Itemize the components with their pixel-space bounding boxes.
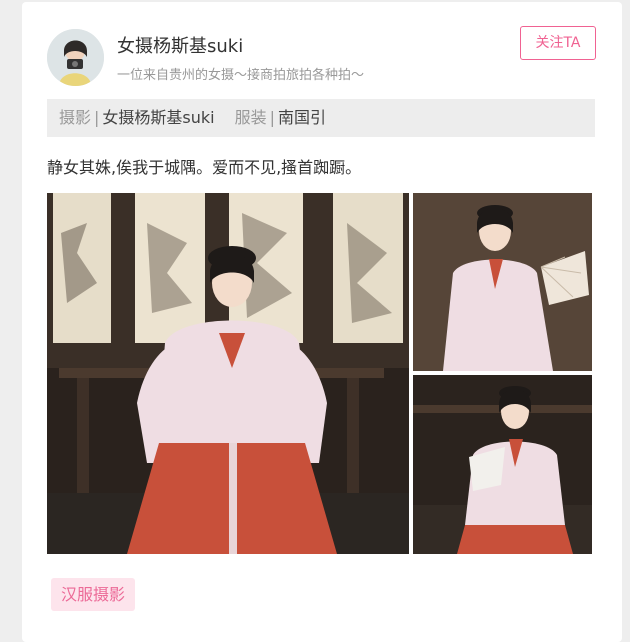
credit-separator: | [94,108,100,127]
credits-bar: 摄影 | 女摄杨斯基suki 服装 | 南国引 [47,99,595,137]
credit-photographer-link[interactable]: 女摄杨斯基suki [102,108,214,127]
credit-separator: | [269,108,276,127]
author-bio: 一位来自贵州的女摄～接商拍旅拍各种拍～ [117,68,365,83]
post-card: 女摄杨斯基suki 一位来自贵州的女摄～接商拍旅拍各种拍～ 关注TA 摄影 | 女摄… [22,2,622,642]
follow-button[interactable]: 关注TA [520,26,596,60]
credit-costume-link[interactable]: 南国引 [278,108,326,127]
avatar-photo [47,29,104,86]
photo-secondary-1-image [413,193,592,371]
photo-secondary-1[interactable] [413,193,592,371]
photo-secondary-2[interactable] [413,375,592,554]
post-caption: 静女其姝,俟我于城隅。爱而不见,搔首踟蹰。 [47,158,362,177]
credit-photography: 摄影 | 女摄杨斯基suki [59,108,215,127]
photo-secondary-2-image [413,375,592,554]
credit-costume: 服装 | 南国引 [235,108,326,127]
hashtag-hanfu-photography[interactable]: 汉服摄影 [51,578,136,611]
credit-label: 摄影 [59,108,92,127]
photo-main-image [47,193,409,554]
credit-label: 服装 [234,108,267,127]
photo-main[interactable] [47,193,409,554]
author-name[interactable]: 女摄杨斯基suki [117,32,243,58]
author-avatar[interactable] [47,29,104,86]
